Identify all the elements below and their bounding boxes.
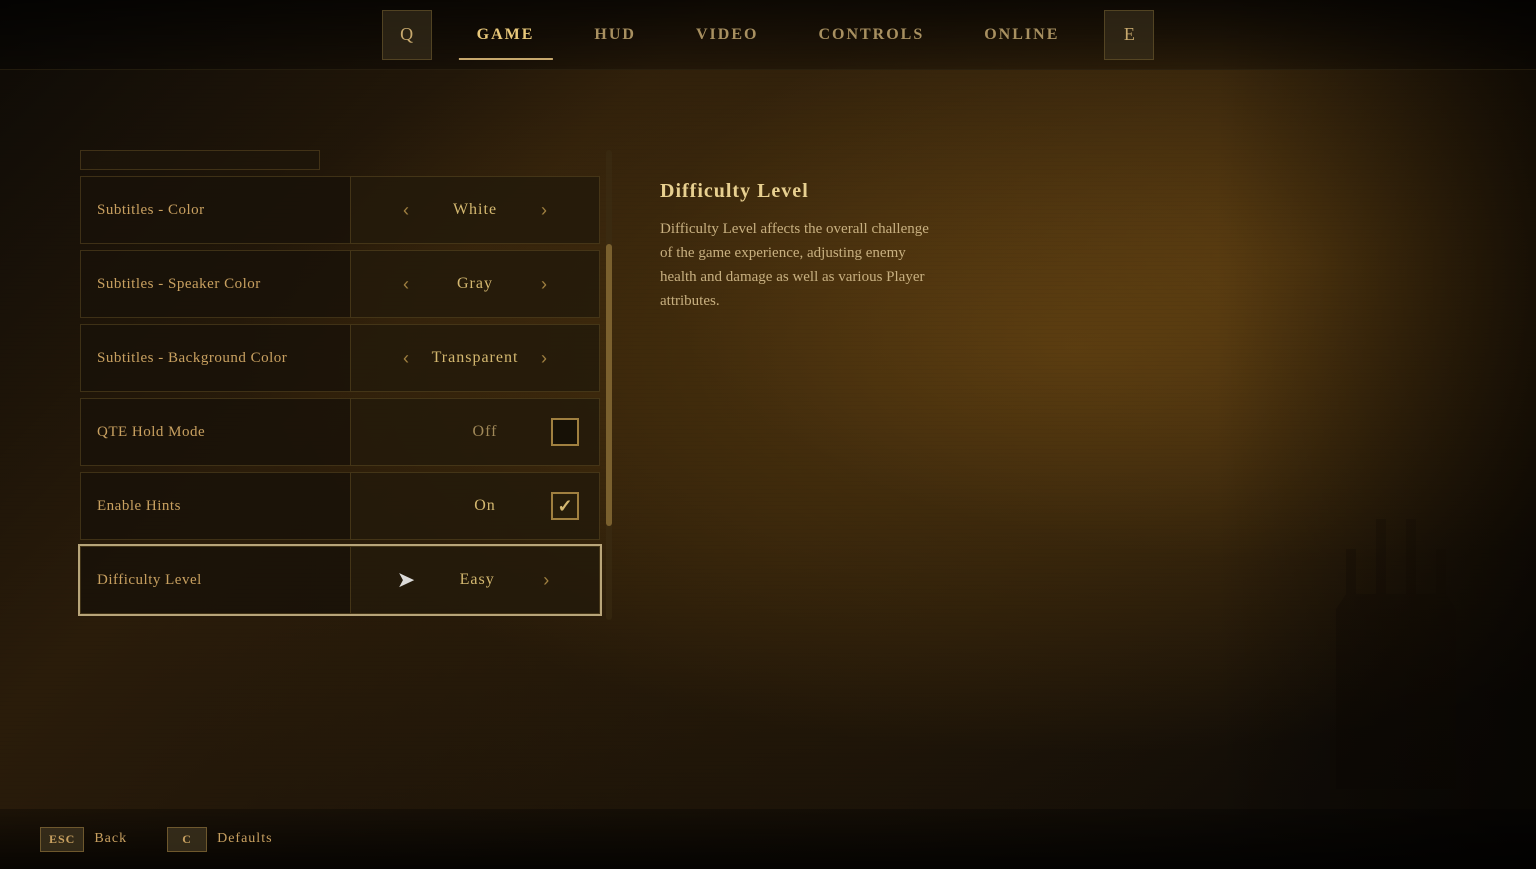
- control-qte-hold-mode: Off: [350, 398, 600, 466]
- nav-icon-right[interactable]: E: [1104, 10, 1154, 60]
- key-esc: ESC: [40, 827, 84, 852]
- control-subtitles-color: ‹ White ›: [350, 176, 600, 244]
- arrow-left-subtitles-color[interactable]: ‹: [399, 197, 413, 223]
- row-difficulty-level[interactable]: Difficulty Level ➤ Easy ›: [80, 546, 600, 614]
- label-subtitles-speaker-color: Subtitles - Speaker Color: [80, 250, 350, 318]
- checkbox-enable-hints[interactable]: [551, 492, 579, 520]
- cursor-pointer-icon: ➤: [397, 567, 415, 593]
- tab-video[interactable]: VIDEO: [666, 18, 788, 52]
- nav-icon-left[interactable]: Q: [382, 10, 432, 60]
- control-subtitles-speaker-color: ‹ Gray ›: [350, 250, 600, 318]
- arrow-right-difficulty[interactable]: ›: [539, 567, 553, 593]
- value-qte-hold-mode: Off: [435, 423, 535, 441]
- main-content: Subtitles - Color ‹ White › Subtitles - …: [0, 70, 1536, 809]
- value-difficulty-level: Easy: [427, 571, 527, 589]
- row-subtitles-speaker-color[interactable]: Subtitles - Speaker Color ‹ Gray ›: [80, 250, 600, 318]
- control-subtitles-bg-color: ‹ Transparent ›: [350, 324, 600, 392]
- row-qte-hold-mode[interactable]: QTE Hold Mode Off: [80, 398, 600, 466]
- top-navigation: Q GAME HUD VIDEO CONTROLS ONLINE E: [0, 0, 1536, 70]
- bottom-bar: ESC Back C Defaults: [0, 809, 1536, 869]
- info-description: Difficulty Level affects the overall cha…: [660, 217, 940, 313]
- arrow-right-bg-color[interactable]: ›: [537, 345, 551, 371]
- label-difficulty-level: Difficulty Level: [80, 546, 350, 614]
- tab-online[interactable]: ONLINE: [954, 18, 1089, 52]
- value-enable-hints: On: [435, 497, 535, 515]
- scrollbar[interactable]: [606, 150, 612, 620]
- partial-scroll-item: [80, 150, 320, 170]
- info-title: Difficulty Level: [660, 180, 940, 203]
- label-subtitles-bg-color: Subtitles - Background Color: [80, 324, 350, 392]
- arrow-right-speaker-color[interactable]: ›: [537, 271, 551, 297]
- tab-hud[interactable]: HUD: [564, 18, 666, 52]
- label-subtitles-color: Subtitles - Color: [80, 176, 350, 244]
- tab-game[interactable]: GAME: [447, 18, 565, 52]
- label-back: Back: [94, 831, 127, 847]
- checkbox-qte-hold-mode[interactable]: [551, 418, 579, 446]
- row-enable-hints[interactable]: Enable Hints On: [80, 472, 600, 540]
- settings-panel: Subtitles - Color ‹ White › Subtitles - …: [80, 150, 600, 620]
- label-qte-hold-mode: QTE Hold Mode: [80, 398, 350, 466]
- key-c: C: [167, 827, 207, 852]
- control-difficulty-level: ➤ Easy ›: [350, 546, 600, 614]
- value-bg-color: Transparent: [425, 349, 525, 367]
- label-enable-hints: Enable Hints: [80, 472, 350, 540]
- scrollbar-thumb: [606, 244, 612, 526]
- value-subtitles-color: White: [425, 201, 525, 219]
- arrow-right-subtitles-color[interactable]: ›: [537, 197, 551, 223]
- tab-controls[interactable]: CONTROLS: [788, 18, 954, 52]
- control-enable-hints: On: [350, 472, 600, 540]
- row-subtitles-bg-color[interactable]: Subtitles - Background Color ‹ Transpare…: [80, 324, 600, 392]
- info-panel: Difficulty Level Difficulty Level affect…: [600, 150, 1000, 343]
- arrow-left-bg-color[interactable]: ‹: [399, 345, 413, 371]
- label-defaults: Defaults: [217, 831, 272, 847]
- action-defaults[interactable]: C Defaults: [167, 827, 272, 852]
- row-subtitles-color[interactable]: Subtitles - Color ‹ White ›: [80, 176, 600, 244]
- value-speaker-color: Gray: [425, 275, 525, 293]
- action-back[interactable]: ESC Back: [40, 827, 127, 852]
- arrow-left-speaker-color[interactable]: ‹: [399, 271, 413, 297]
